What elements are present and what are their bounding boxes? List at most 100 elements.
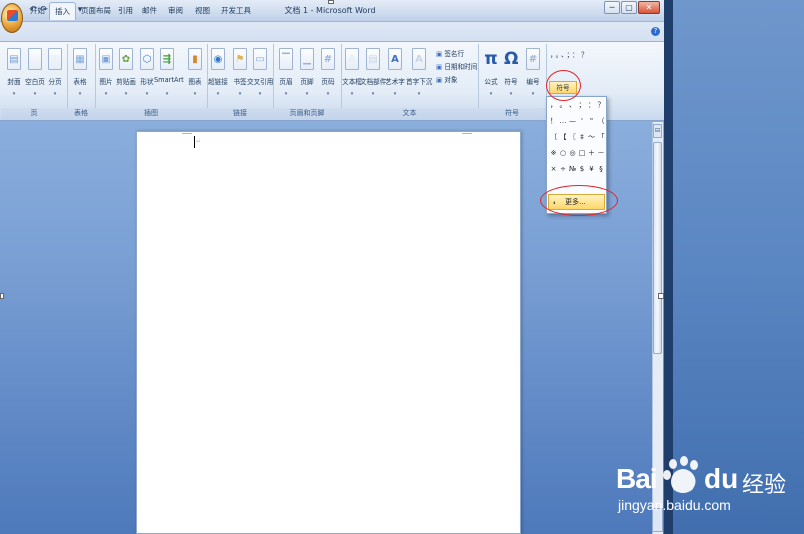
symbol-cell[interactable]: 〔 <box>549 132 558 143</box>
chevron-down-icon: ▾ <box>326 91 330 97</box>
symbol-cell[interactable]: ！ <box>549 116 558 127</box>
small-button-label: 签名行 <box>444 50 465 58</box>
ribbon-icon-1-0: ▦ <box>73 48 87 70</box>
watermark-brand-suffix: du <box>704 463 739 494</box>
small-button-label: 日期和时间 <box>444 63 478 71</box>
symbol-cell[interactable]: ？ <box>597 100 606 111</box>
ribbon-icon-2-0: ▣ <box>99 48 113 70</box>
symbol-cell[interactable]: － <box>597 148 606 159</box>
ribbon-icon-4-1: ▁ <box>300 48 314 70</box>
office-logo-icon <box>7 10 18 21</box>
symbol-cell[interactable]: 「 <box>597 132 606 143</box>
tab-1[interactable]: 插入 <box>49 2 76 20</box>
symbol-cell[interactable]: § <box>597 164 606 175</box>
ribbon-button-label[interactable]: 页码 <box>315 76 341 86</box>
help-icon[interactable]: ? <box>651 27 660 36</box>
symbol-cell[interactable]: × <box>549 164 558 175</box>
ribbon-icon-0-1: ▯ <box>28 48 42 70</box>
tab-0[interactable]: 开始 <box>25 2 50 20</box>
symbol-cell[interactable]: 。 <box>559 100 568 111</box>
symbol-cell[interactable]: ※ <box>549 148 558 159</box>
chevron-down-icon: ▾ <box>165 91 169 97</box>
special-symbol-preview[interactable]: ，。、；：？ <box>550 48 588 62</box>
symbol-cell[interactable]: " <box>587 116 596 127</box>
tab-2[interactable]: 页面布局 <box>76 2 116 20</box>
ribbon-button-label[interactable]: 分页 <box>42 76 68 86</box>
chevron-down-icon: ▾ <box>305 91 309 97</box>
symbol-cell[interactable]: 、 <box>568 100 577 111</box>
ribbon-group-label: 页 <box>1 108 67 120</box>
ribbon-icon-6-2: # <box>526 48 540 70</box>
view-ruler-button[interactable]: ⊟ <box>653 124 662 138</box>
symbol-cell[interactable]: … <box>559 116 568 127</box>
symbol-cell[interactable]: ○ <box>559 148 568 159</box>
resize-handle[interactable] <box>328 0 334 4</box>
document-page[interactable] <box>136 131 521 534</box>
ribbon-button-label[interactable]: 编号 <box>520 76 546 86</box>
baidu-watermark: Bai du 经验 jingyan.baidu.com <box>612 455 802 525</box>
ribbon-group-label: 链接 <box>207 108 273 120</box>
chevron-down-icon: ▾ <box>145 91 149 97</box>
symbol-cell[interactable]: ' <box>578 116 587 127</box>
ribbon-small-button[interactable]: ▣ 签名行 <box>436 48 478 58</box>
chevron-down-icon: ▾ <box>350 91 354 97</box>
chevron-down-icon: ▾ <box>417 91 421 97</box>
tab-6[interactable]: 视图 <box>190 2 215 20</box>
ribbon-small-button[interactable]: ▣ 日期和时间 <box>436 61 478 71</box>
symbol-cell[interactable]: ； <box>578 100 587 111</box>
ribbon-group-label: 文本 <box>341 108 478 120</box>
text-cursor <box>194 136 195 148</box>
tab-7[interactable]: 开发工具 <box>216 2 256 20</box>
ribbon-button-label[interactable]: SmartArt <box>154 76 184 84</box>
minimize-button[interactable]: ─ <box>604 1 620 14</box>
resize-handle[interactable] <box>658 293 664 299</box>
watermark-brand: Bai <box>616 463 658 494</box>
symbol-cell[interactable]: 【 <box>559 132 568 143</box>
chevron-down-icon: ▾ <box>258 91 262 97</box>
chevron-down-icon: ▾ <box>371 91 375 97</box>
ribbon-icon-5-1: ▤ <box>366 48 380 70</box>
symbol-cell[interactable]: ◎ <box>568 148 577 159</box>
symbol-cell[interactable]: $ <box>578 164 587 175</box>
tab-4[interactable]: 邮件 <box>137 2 162 20</box>
chevron-down-icon: ▾ <box>124 91 128 97</box>
resize-handle[interactable] <box>0 293 4 299</box>
symbol-cell[interactable]: ～ <box>587 132 596 143</box>
ribbon-group-label: 插图 <box>95 108 207 120</box>
ribbon-icon-5-3: A <box>412 48 426 70</box>
ribbon-icon-2-1: ✿ <box>119 48 133 70</box>
symbol-cell[interactable]: — <box>568 116 577 127</box>
ribbon-icon-0-2: ▥ <box>48 48 62 70</box>
ribbon-button-label[interactable]: 艺术字 <box>382 76 408 86</box>
symbol-cell[interactable]: ‡ <box>578 132 587 143</box>
symbol-cell[interactable]: ÷ <box>559 164 568 175</box>
chevron-down-icon: ▾ <box>216 91 220 97</box>
watermark-product: 经验 <box>742 473 787 498</box>
tab-5[interactable]: 审阅 <box>163 2 188 20</box>
symbol-cell[interactable]: ＋ <box>587 148 596 159</box>
ribbon-button-label[interactable]: 表格 <box>67 76 93 86</box>
symbol-cell[interactable]: ¥ <box>587 164 596 175</box>
small-button-label: 对象 <box>444 76 458 84</box>
symbol-cell[interactable]: □ <box>578 148 587 159</box>
ribbon-icon-6-1: Ω <box>504 49 519 69</box>
symbol-cell[interactable]: ， <box>549 100 558 111</box>
close-button[interactable]: ✕ <box>638 1 660 14</box>
chevron-down-icon: ▾ <box>104 91 108 97</box>
ribbon-button-label[interactable]: 首字下沉 <box>406 76 432 86</box>
maximize-button[interactable]: ▢ <box>621 1 637 14</box>
symbol-cell[interactable]: № <box>568 164 577 175</box>
symbol-cell[interactable]: ： <box>587 100 596 111</box>
scroll-thumb[interactable] <box>653 142 662 354</box>
symbol-cell[interactable]: （ <box>597 116 606 127</box>
window-border <box>664 0 673 534</box>
chevron-down-icon: ▾ <box>53 91 57 97</box>
margin-mark <box>462 133 472 134</box>
ribbon-small-button[interactable]: ▣ 对象 <box>436 74 478 84</box>
ribbon-button-label[interactable]: 交叉引用 <box>247 76 273 86</box>
chevron-down-icon: ▾ <box>531 91 535 97</box>
symbol-cell[interactable]: 〖 <box>568 132 577 143</box>
tab-3[interactable]: 引用 <box>113 2 138 20</box>
ribbon-icon-3-2: ▭ <box>253 48 267 70</box>
ribbon-icon-4-2: # <box>321 48 335 70</box>
